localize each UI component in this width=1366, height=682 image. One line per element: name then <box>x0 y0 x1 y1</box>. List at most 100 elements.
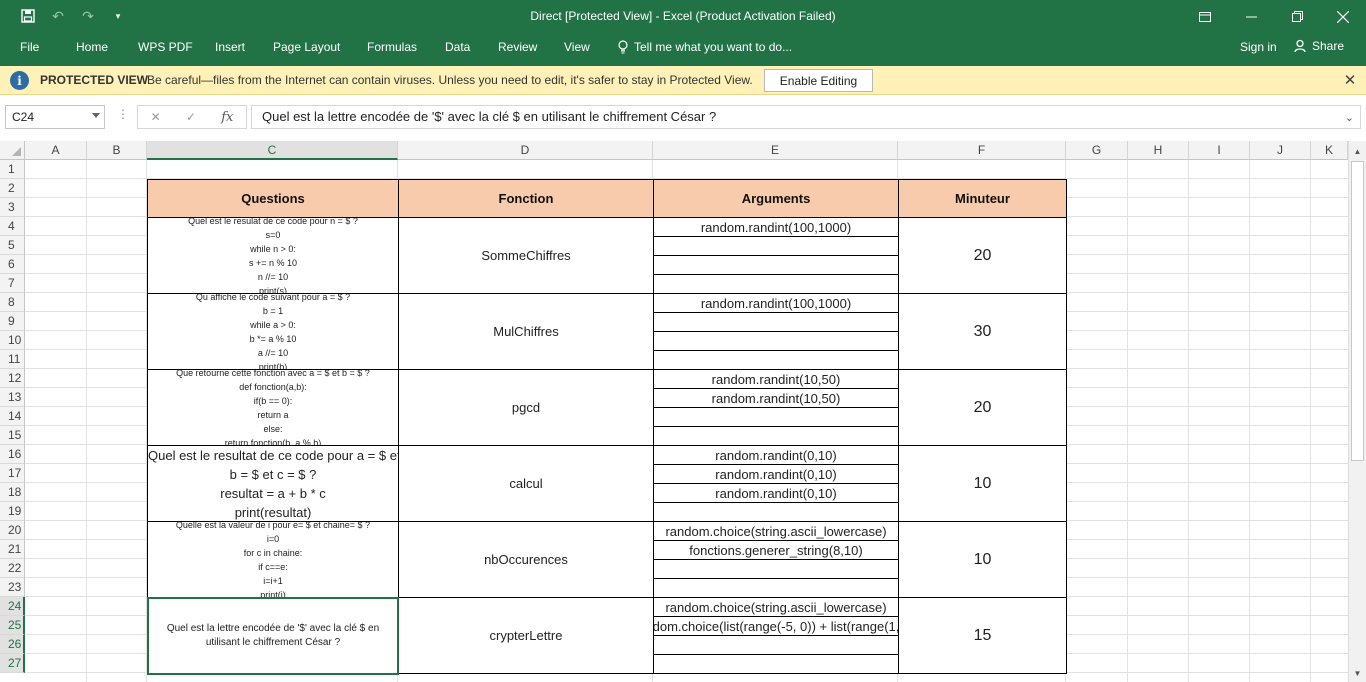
name-box[interactable]: C24 <box>5 105 105 129</box>
minuteur-cell[interactable]: 20 <box>898 217 1067 294</box>
argument-cell[interactable] <box>653 312 899 332</box>
row-header-2[interactable]: 2 <box>0 179 25 198</box>
column-header-a[interactable]: A <box>25 141 87 160</box>
argument-cell[interactable] <box>653 274 899 294</box>
scroll-down-icon[interactable]: ▼ <box>1349 665 1366 681</box>
argument-cell[interactable] <box>653 559 899 579</box>
minuteur-cell[interactable]: 10 <box>898 521 1067 598</box>
row-header-4[interactable]: 4 <box>0 217 25 236</box>
question-cell[interactable]: Quel est la lettre encodée de '$' avec l… <box>147 597 399 674</box>
column-header-j[interactable]: J <box>1250 141 1311 160</box>
column-header-h[interactable]: H <box>1128 141 1189 160</box>
argument-cell[interactable]: fonctions.generer_string(8,10) <box>653 540 899 560</box>
column-header-b[interactable]: B <box>87 141 147 160</box>
argument-cell[interactable] <box>653 236 899 256</box>
close-message-bar-icon[interactable]: ✕ <box>1341 71 1359 89</box>
tab-page-layout[interactable]: Page Layout <box>273 40 340 54</box>
fonction-cell[interactable]: MulChiffres <box>398 293 654 370</box>
argument-cell[interactable] <box>653 350 899 370</box>
scroll-up-icon[interactable]: ▲ <box>1349 143 1366 159</box>
tell-me-search[interactable]: Tell me what you want to do... <box>618 40 792 54</box>
argument-cell[interactable]: random.randint(0,10) <box>653 483 899 503</box>
minuteur-cell[interactable]: 15 <box>898 597 1067 674</box>
tab-formulas[interactable]: Formulas <box>367 40 417 54</box>
question-cell[interactable]: Quelle est la valeur de i pour e= $ et c… <box>147 521 399 598</box>
tab-insert[interactable]: Insert <box>215 40 245 54</box>
argument-cell[interactable] <box>653 502 899 522</box>
minimize-icon[interactable] <box>1228 0 1274 33</box>
tab-data[interactable]: Data <box>445 40 470 54</box>
row-header-24[interactable]: 24 <box>0 597 25 616</box>
header-fonction[interactable]: Fonction <box>398 179 654 218</box>
row-header-10[interactable]: 10 <box>0 331 25 350</box>
tab-file[interactable]: File <box>20 40 39 54</box>
argument-cell[interactable] <box>653 635 899 655</box>
fonction-cell[interactable]: nbOccurences <box>398 521 654 598</box>
tab-review[interactable]: Review <box>498 40 537 54</box>
argument-cell[interactable] <box>653 255 899 275</box>
header-minuteur[interactable]: Minuteur <box>898 179 1067 218</box>
column-header-i[interactable]: I <box>1189 141 1250 160</box>
minuteur-cell[interactable]: 30 <box>898 293 1067 370</box>
row-header-22[interactable]: 22 <box>0 559 25 578</box>
column-header-f[interactable]: F <box>898 141 1066 160</box>
sign-in-link[interactable]: Sign in <box>1240 40 1277 54</box>
header-arguments[interactable]: Arguments <box>653 179 899 218</box>
row-header-26[interactable]: 26 <box>0 635 25 654</box>
cancel-icon[interactable]: ✕ <box>151 110 161 124</box>
minuteur-cell[interactable]: 20 <box>898 369 1067 446</box>
row-header-8[interactable]: 8 <box>0 293 25 312</box>
row-header-15[interactable]: 15 <box>0 426 25 445</box>
argument-cell[interactable]: random.randint(100,1000) <box>653 293 899 313</box>
question-cell[interactable]: Quel est le resultat de ce code pour a =… <box>147 445 399 522</box>
tab-wps-pdf[interactable]: WPS PDF <box>138 40 193 54</box>
argument-cell[interactable] <box>653 654 899 674</box>
row-header-16[interactable]: 16 <box>0 445 25 464</box>
close-icon[interactable] <box>1320 0 1366 33</box>
formula-bar-grip-icon[interactable]: ⋮ <box>117 107 129 121</box>
row-header-1[interactable]: 1 <box>0 160 25 179</box>
row-header-21[interactable]: 21 <box>0 540 25 559</box>
argument-cell[interactable]: random.randint(100,1000) <box>653 217 899 237</box>
enter-icon[interactable]: ✓ <box>186 110 196 124</box>
fonction-cell[interactable]: pgcd <box>398 369 654 446</box>
restore-icon[interactable] <box>1274 0 1320 33</box>
vertical-scrollbar[interactable]: ▲ ▼ <box>1348 141 1366 682</box>
argument-cell[interactable] <box>653 426 899 446</box>
fonction-cell[interactable]: SommeChiffres <box>398 217 654 294</box>
argument-cell[interactable]: random.randint(10,50) <box>653 388 899 408</box>
expand-formula-bar-icon[interactable]: ⌄ <box>1345 111 1354 124</box>
question-cell[interactable]: Quel est le resulat de ce code pour n = … <box>147 217 399 294</box>
column-header-g[interactable]: G <box>1066 141 1128 160</box>
row-header-18[interactable]: 18 <box>0 483 25 502</box>
argument-cell[interactable] <box>653 331 899 351</box>
chevron-down-icon[interactable] <box>92 113 100 118</box>
row-header-25[interactable]: 25 <box>0 616 25 635</box>
row-header-13[interactable]: 13 <box>0 388 25 407</box>
header-questions[interactable]: Questions <box>147 179 399 218</box>
question-cell[interactable]: Que retourne cette fonction avec a = $ e… <box>147 369 399 446</box>
row-header-7[interactable]: 7 <box>0 274 25 293</box>
tab-view[interactable]: View <box>564 40 590 54</box>
argument-cell[interactable] <box>653 407 899 427</box>
row-header-5[interactable]: 5 <box>0 236 25 255</box>
row-header-23[interactable]: 23 <box>0 578 25 597</box>
enable-editing-button[interactable]: Enable Editing <box>764 69 873 92</box>
fonction-cell[interactable]: calcul <box>398 445 654 522</box>
argument-cell[interactable]: dom.choice(list(range(-5, 0)) + list(ran… <box>653 616 899 636</box>
ribbon-display-options-icon[interactable] <box>1182 0 1228 33</box>
fonction-cell[interactable]: crypterLettre <box>398 597 654 674</box>
row-header-3[interactable]: 3 <box>0 198 25 217</box>
scroll-thumb[interactable] <box>1351 161 1364 461</box>
argument-cell[interactable]: random.choice(string.ascii_lowercase) <box>653 521 899 541</box>
row-header-11[interactable]: 11 <box>0 350 25 369</box>
row-header-9[interactable]: 9 <box>0 312 25 331</box>
column-header-c[interactable]: C <box>147 141 398 160</box>
formula-input[interactable]: Quel est la lettre encodée de '$' avec l… <box>251 105 1361 129</box>
row-header-12[interactable]: 12 <box>0 369 25 388</box>
row-header-17[interactable]: 17 <box>0 464 25 483</box>
argument-cell[interactable]: random.randint(10,50) <box>653 369 899 389</box>
minuteur-cell[interactable]: 10 <box>898 445 1067 522</box>
row-header-27[interactable]: 27 <box>0 654 25 673</box>
row-header-19[interactable]: 19 <box>0 502 25 521</box>
